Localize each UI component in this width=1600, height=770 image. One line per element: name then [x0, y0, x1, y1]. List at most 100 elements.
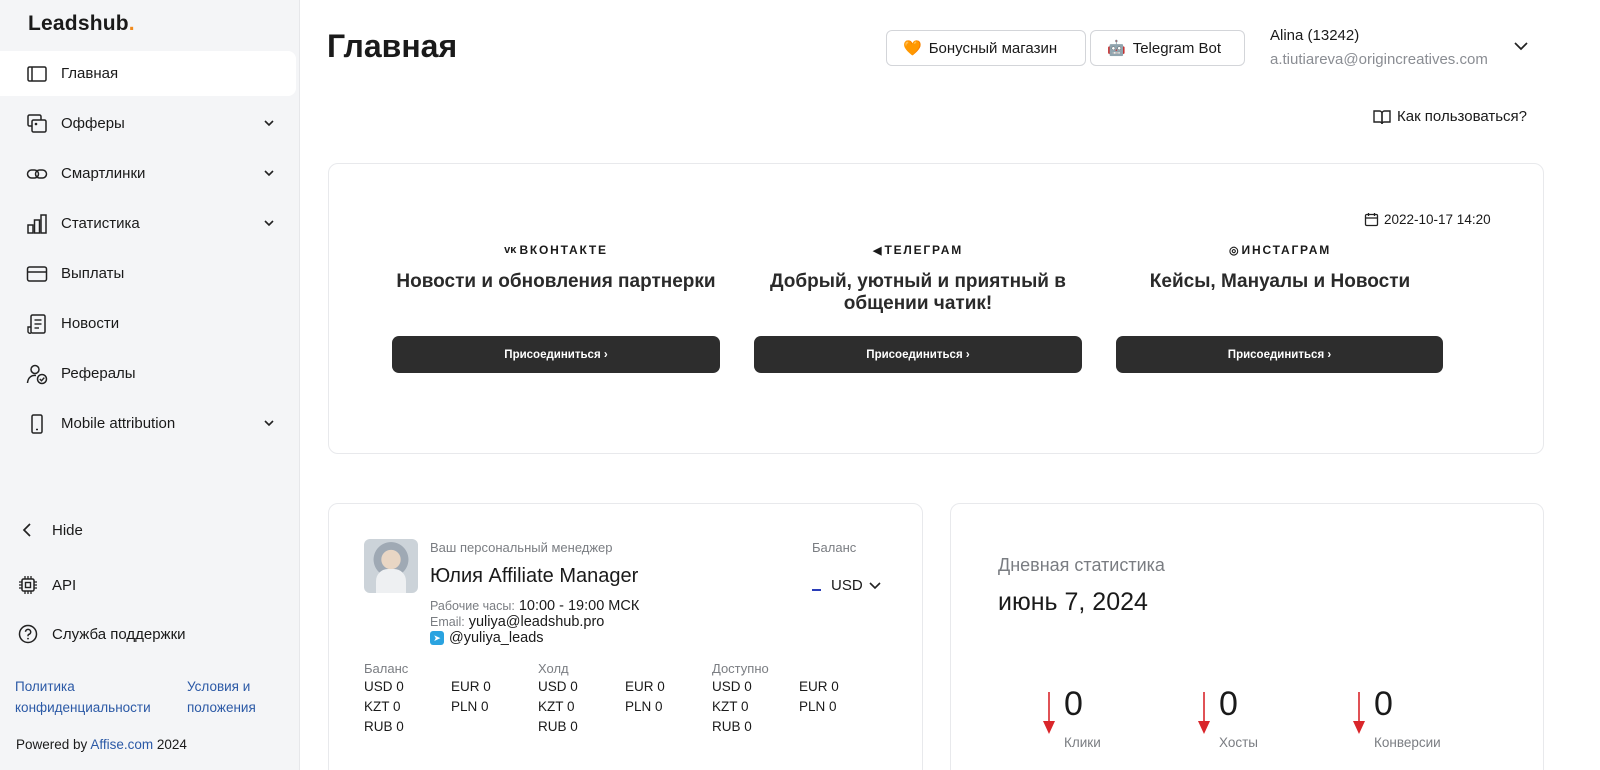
sidebar-item-news[interactable]: Новости: [0, 301, 296, 346]
hours-value: 10:00 - 19:00 МСК: [518, 598, 640, 614]
email-value[interactable]: yuliya@leadshub.pro: [469, 614, 605, 630]
sidebar: Leadshub. Главная Офферы Смартлинки Стат…: [0, 0, 300, 770]
balance-value: [625, 718, 685, 736]
announcement-date-text: 2022-10-17 14:20: [1384, 212, 1491, 227]
daily-stats-card: [950, 503, 1544, 770]
sidebar-item-mobile-attribution[interactable]: Mobile attribution: [0, 401, 296, 446]
sidebar-item-payouts[interactable]: Выплаты: [0, 251, 296, 296]
balance-value: KZT 0: [712, 699, 749, 714]
user-email: a.tiutiareva@origincreatives.com: [1270, 51, 1488, 68]
telegram-icon: ◀: [872, 244, 882, 257]
support-link[interactable]: Служба поддержки: [18, 624, 186, 644]
user-name[interactable]: Alina (13242): [1270, 27, 1359, 44]
social-headline: Кейсы, Мануалы и Новости: [1149, 271, 1411, 292]
telegram-icon: ➤: [430, 631, 444, 645]
link-icon: [26, 163, 48, 185]
sidebar-item-offers[interactable]: Офферы: [0, 101, 296, 146]
balance-value: PLN 0: [451, 699, 489, 714]
chevron-down-icon[interactable]: [262, 166, 276, 180]
available-group: Доступно USD 0 EUR 0 KZT 0 PLN 0 RUB 0: [712, 661, 859, 736]
powered-year: 2024: [156, 737, 187, 752]
how-to-use-label: Как пользоваться?: [1397, 108, 1528, 125]
bar-chart-icon: [26, 213, 48, 235]
how-to-use-link[interactable]: Как пользоваться?: [1373, 108, 1527, 125]
sidebar-item-label: Mobile attribution: [61, 415, 176, 432]
book-icon: [1373, 109, 1391, 124]
logo-text: Leadshub: [28, 12, 129, 35]
sidebar-item-label: Главная: [61, 65, 119, 82]
affise-link[interactable]: Affise.com: [90, 737, 153, 752]
balance-group-title: Баланс: [364, 661, 409, 676]
stat-value: 0: [1219, 685, 1238, 723]
stat-label: Конверсии: [1374, 735, 1441, 750]
news-icon: [26, 313, 48, 335]
balance-value: EUR 0: [625, 679, 665, 694]
join-instagram-button[interactable]: Присоединиться ›: [1116, 336, 1443, 373]
sidebar-item-referrals[interactable]: Рефералы: [0, 351, 296, 396]
home-icon: [26, 63, 48, 85]
hold-group: Холд USD 0 EUR 0 KZT 0 PLN 0 RUB 0: [538, 661, 685, 736]
chevron-down-icon[interactable]: [262, 116, 276, 130]
balance-value: RUB 0: [712, 719, 752, 734]
hours-label: Рабочие часы:: [430, 599, 515, 613]
join-vk-button[interactable]: Присоединиться ›: [392, 336, 720, 373]
daily-stats-title: Дневная статистика: [998, 555, 1165, 575]
bonus-shop-button[interactable]: 🧡 Бонусный магазин: [886, 30, 1086, 66]
manager-name: Юлия Affiliate Manager: [430, 565, 639, 587]
balance-value: [451, 718, 511, 736]
chevron-left-icon: [22, 523, 31, 537]
credit-card-icon: [26, 263, 48, 285]
social-headline: Новости и обновления партнерки: [396, 271, 716, 292]
instagram-icon: ◎: [1228, 244, 1239, 257]
help-circle-icon: [18, 624, 38, 644]
balance-value: RUB 0: [364, 719, 404, 734]
sidebar-item-home[interactable]: Главная: [0, 51, 296, 96]
manager-caption: Ваш персональный менеджер: [430, 540, 613, 555]
manager-hours: Рабочие часы: 10:00 - 19:00 МСК: [430, 598, 639, 614]
chevron-down-icon[interactable]: [262, 216, 276, 230]
sidebar-item-label: Офферы: [61, 115, 125, 132]
leadshub-logo[interactable]: Leadshub.: [28, 12, 135, 36]
terms-link[interactable]: Условия и положения: [187, 676, 277, 718]
page-title: Главная: [327, 28, 458, 64]
api-link[interactable]: API: [18, 575, 76, 595]
hide-sidebar-button[interactable]: Hide: [18, 520, 83, 540]
manager-telegram[interactable]: ➤ @yuliya_leads: [430, 630, 544, 646]
balance-group-title: Доступно: [712, 661, 769, 676]
currency-indicator: [812, 588, 821, 591]
bonus-shop-label: Бонусный магазин: [928, 39, 1058, 57]
sidebar-item-statistics[interactable]: Статистика: [0, 201, 296, 246]
arrow-down-icon: [1043, 692, 1055, 734]
logo-dot: .: [128, 12, 135, 35]
balance-value: [799, 718, 859, 736]
balance-group-title: Холд: [538, 661, 569, 676]
daily-stats-date: июнь 7, 2024: [998, 588, 1148, 616]
social-brand-name: ТЕЛЕГРАМ: [884, 243, 964, 257]
privacy-policy-link[interactable]: Политика конфиденциальности: [15, 676, 165, 718]
stat-value: 0: [1064, 685, 1083, 723]
email-label: Email:: [430, 615, 465, 629]
sidebar-nav: Главная Офферы Смартлинки Статистика Вып…: [0, 51, 296, 451]
stat-label: Клики: [1064, 735, 1101, 750]
telegram-bot-label: Telegram Bot: [1132, 39, 1222, 57]
balance-value: KZT 0: [538, 699, 575, 714]
telegram-bot-button[interactable]: 🤖 Telegram Bot: [1090, 30, 1245, 66]
chevron-down-icon[interactable]: [262, 416, 276, 430]
balance-value: EUR 0: [799, 679, 839, 694]
balance-value: EUR 0: [451, 679, 491, 694]
sidebar-item-smartlinks[interactable]: Смартлинки: [0, 151, 296, 196]
chevron-down-icon: [869, 581, 881, 589]
stat-label: Хосты: [1219, 735, 1258, 750]
arrow-down-icon: [1353, 692, 1365, 734]
sidebar-item-label: Выплаты: [61, 265, 125, 282]
sidebar-item-label: Смартлинки: [61, 165, 146, 182]
vk-icon: ᴠᴋ: [504, 244, 517, 256]
join-telegram-button[interactable]: Присоединиться ›: [754, 336, 1082, 373]
robot-icon: 🤖: [1107, 40, 1126, 57]
social-vk: ᴠᴋ ВКОНТАКТЕ Новости и обновления партнер…: [392, 242, 720, 293]
currency-select[interactable]: USD: [812, 577, 882, 594]
powered-prefix: Powered by: [16, 737, 88, 752]
offers-icon: [26, 113, 48, 135]
chevron-down-icon[interactable]: [1513, 39, 1529, 53]
referral-icon: [26, 363, 48, 385]
